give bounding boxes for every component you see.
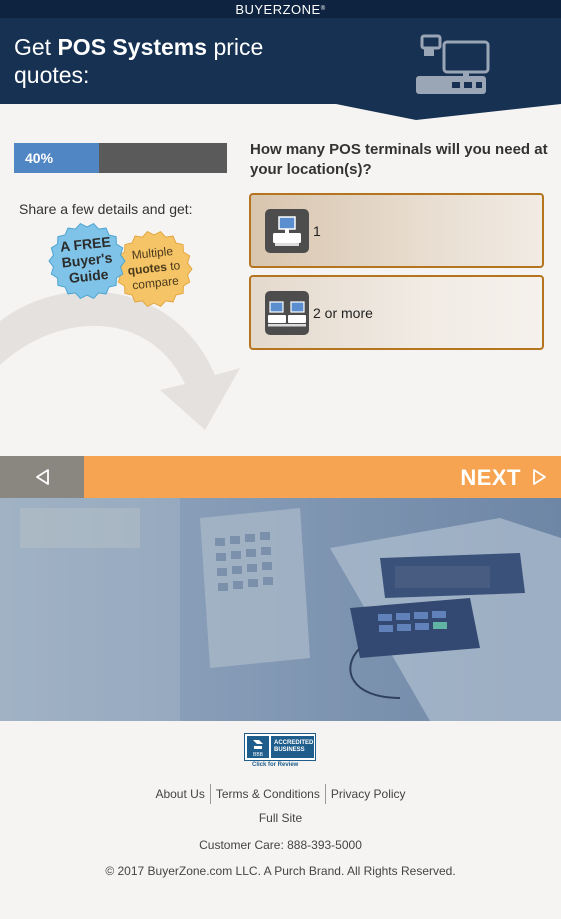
next-button-label: NEXT xyxy=(460,465,521,490)
share-text: Share a few details and get: xyxy=(19,201,193,217)
chevron-left-icon xyxy=(36,469,49,485)
header-notch xyxy=(336,104,561,120)
bbb-accredited-badge[interactable]: BBB ACCREDITED BUSINESS Click for Review xyxy=(244,733,316,771)
brand-bar: BUYERZONE ® xyxy=(0,0,561,18)
progress-bar: 40% xyxy=(14,143,227,173)
pos-register-icon xyxy=(416,34,490,94)
svg-text:BBB: BBB xyxy=(253,752,264,758)
option-one-terminal[interactable]: 1 xyxy=(249,193,544,268)
privacy-policy-link[interactable]: Privacy Policy xyxy=(326,787,411,801)
option-two-or-more-terminals[interactable]: 2 or more xyxy=(249,275,544,350)
option-label: 1 xyxy=(313,223,321,239)
about-us-link[interactable]: About Us xyxy=(150,787,209,801)
option-label: 2 or more xyxy=(313,305,373,321)
back-button[interactable] xyxy=(0,456,84,498)
footer-links: About Us Terms & Conditions Privacy Poli… xyxy=(0,784,561,804)
copyright-text: © 2017 BuyerZone.com LLC. A Purch Brand.… xyxy=(105,864,456,878)
progress-label: 40% xyxy=(25,150,54,166)
pos-terminal-photo xyxy=(0,498,561,721)
customer-care-text: Customer Care: 888-393-5000 xyxy=(199,838,362,852)
full-site-link[interactable]: Full Site xyxy=(0,811,561,825)
page-title: Get POS Systems price quotes: xyxy=(14,34,264,88)
terms-link[interactable]: Terms & Conditions xyxy=(211,787,325,801)
chevron-right-icon xyxy=(533,469,546,485)
question-text: How many POS terminals will you need at … xyxy=(250,141,548,178)
page-title-bold: POS Systems xyxy=(57,34,208,60)
next-button[interactable]: NEXT xyxy=(84,456,561,498)
multiple-terminals-icon xyxy=(265,291,309,335)
brand-logo: BUYERZONE xyxy=(235,1,321,17)
quotes-badge-text: Multiple quotes to compare xyxy=(127,243,181,293)
single-terminal-icon xyxy=(265,209,309,253)
hero-photo-pos-terminal xyxy=(0,498,561,721)
bbb-torch-icon: BBB xyxy=(247,736,269,758)
bbb-caption: Click for Review xyxy=(252,762,299,768)
